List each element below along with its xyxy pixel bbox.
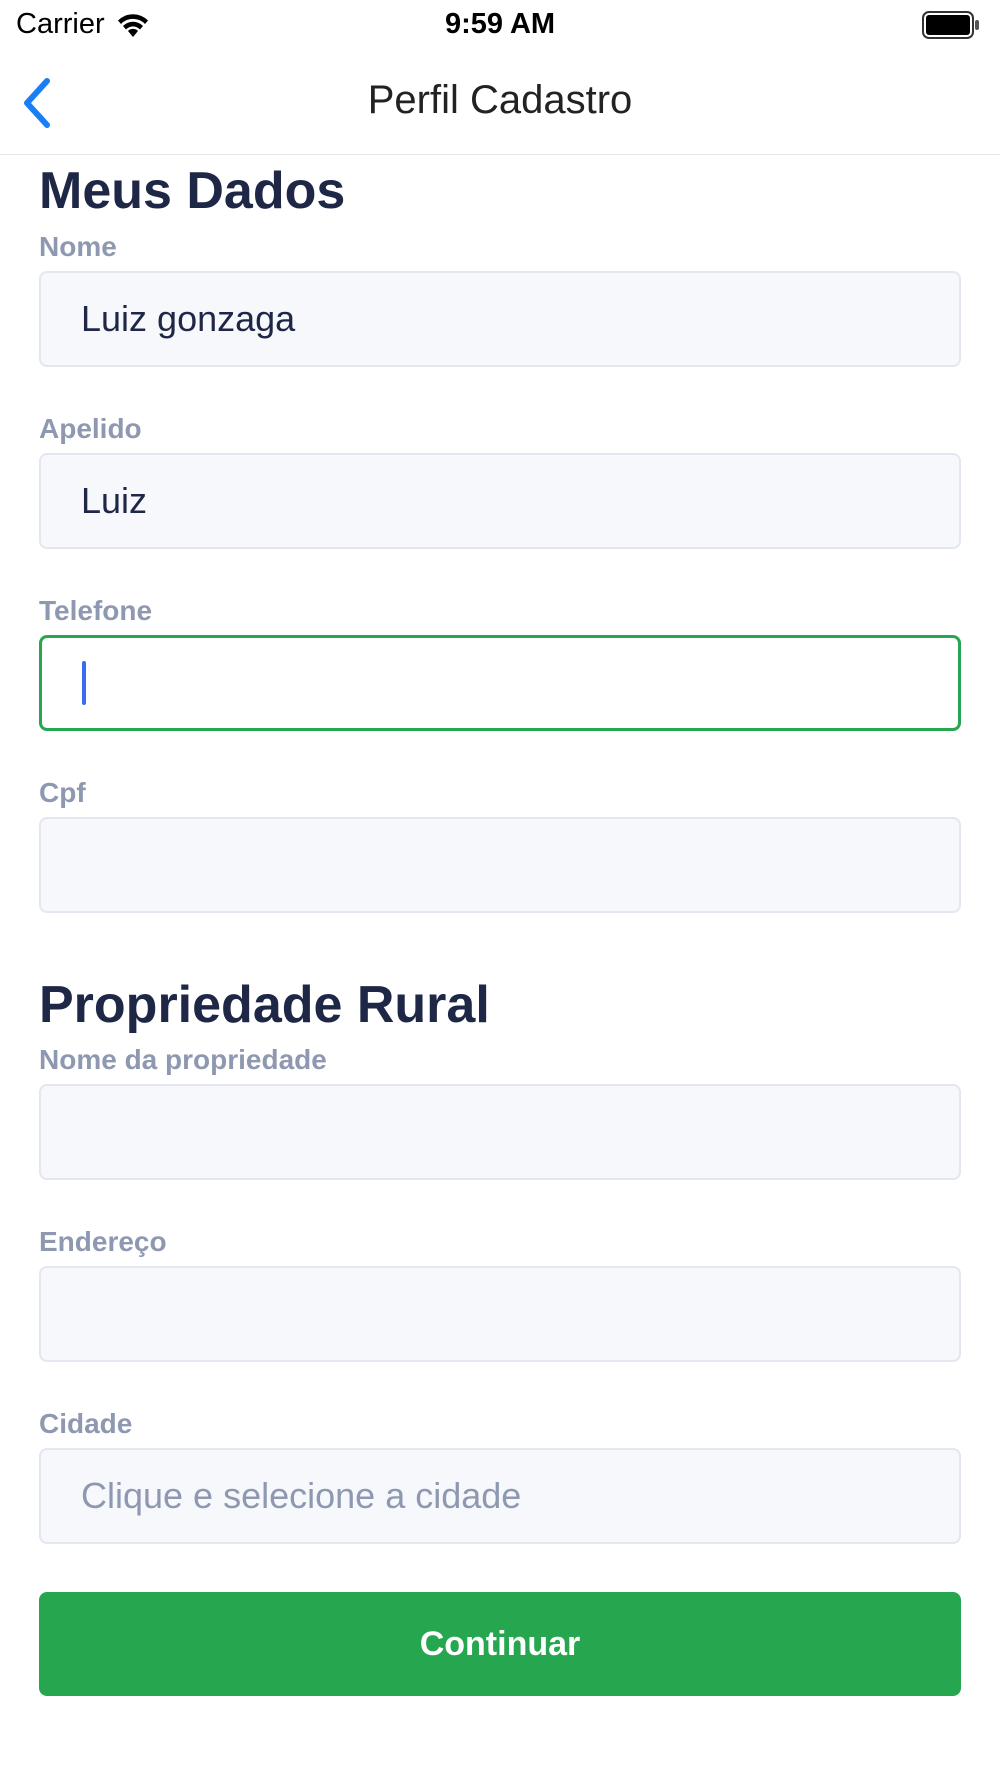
nome-value: Luiz gonzaga: [81, 298, 296, 339]
continue-button[interactable]: Continuar: [39, 1592, 961, 1696]
text-cursor: [82, 661, 86, 705]
nome-label: Nome: [39, 231, 117, 262]
telefone-input[interactable]: [39, 635, 961, 731]
battery-icon: [922, 11, 979, 39]
cidade-label: Cidade: [39, 1408, 133, 1439]
section-title-propriedade-rural: Propriedade Rural: [39, 976, 490, 1034]
telefone-label: Telefone: [39, 595, 153, 626]
apelido-input[interactable]: Luiz: [39, 453, 961, 549]
nome-propriedade-label: Nome da propriedade: [39, 1044, 327, 1075]
cidade-select[interactable]: Clique e selecione a cidade: [39, 1448, 961, 1544]
cidade-placeholder: Clique e selecione a cidade: [81, 1475, 522, 1516]
status-time: 9:59 AM: [444, 8, 556, 40]
nome-input[interactable]: Luiz gonzaga: [39, 271, 961, 367]
continue-button-label: Continuar: [419, 1624, 581, 1663]
navigation-bar: Perfil Cadastro: [0, 52, 1000, 155]
nome-propriedade-input[interactable]: [39, 1084, 961, 1180]
section-title-meus-dados: Meus Dados: [39, 162, 346, 220]
endereco-input[interactable]: [39, 1266, 961, 1362]
cpf-label: Cpf: [39, 777, 86, 808]
page-title: Perfil Cadastro: [367, 78, 633, 122]
apelido-value: Luiz: [81, 480, 148, 521]
endereco-label: Endereço: [39, 1226, 167, 1257]
cpf-input[interactable]: [39, 817, 961, 913]
apelido-label: Apelido: [39, 413, 142, 444]
status-bar: Carrier 9:59 AM: [0, 0, 1000, 52]
profile-form: Meus Dados Nome Luiz gonzaga Apelido Lui…: [39, 155, 961, 1696]
